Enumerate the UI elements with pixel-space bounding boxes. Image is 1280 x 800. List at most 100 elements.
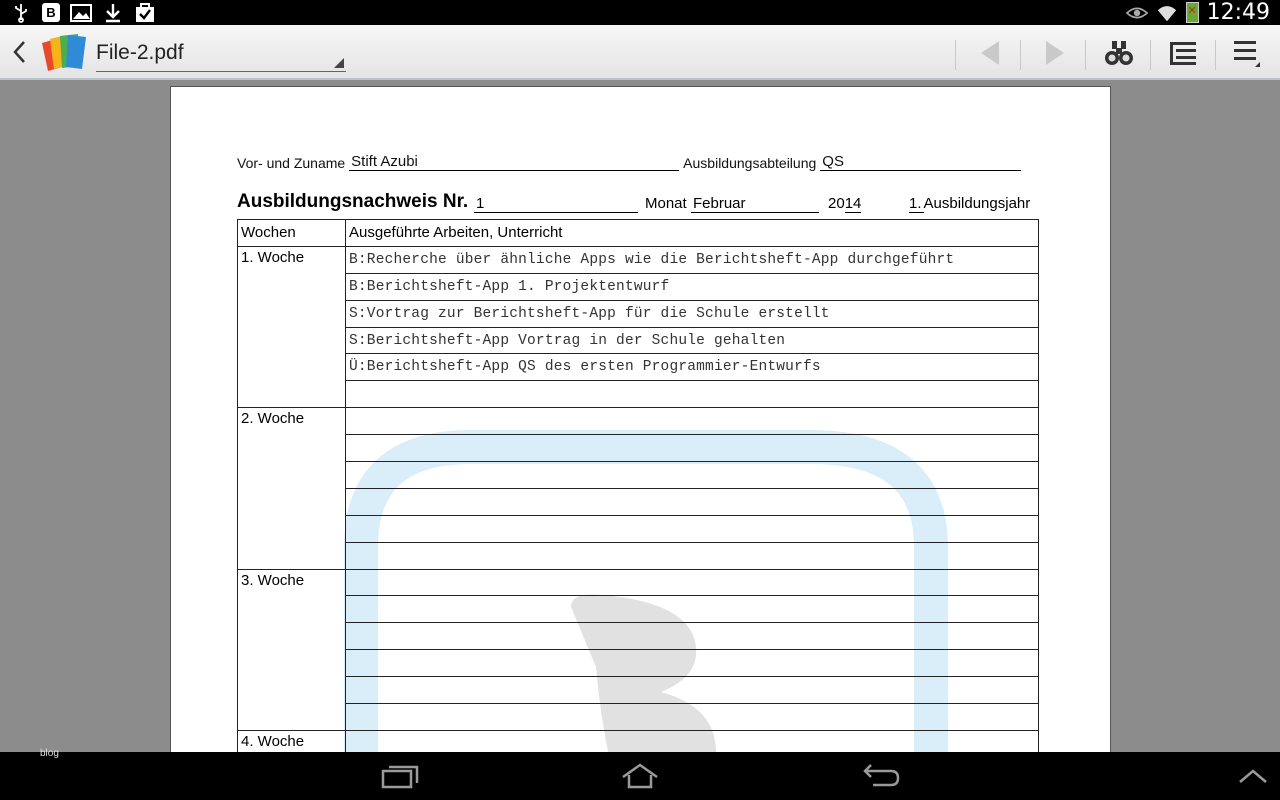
table-row: B:Berichtsheft-App 1. Projektentwurf: [238, 272, 1039, 301]
expand-button[interactable]: [1218, 758, 1280, 794]
activity-cell[interactable]: [345, 703, 1039, 731]
activity-cell[interactable]: [345, 461, 1039, 489]
status-right-icons: 12:49: [1125, 0, 1270, 25]
table-row: [238, 461, 1039, 489]
table-row: 2. Woche: [237, 407, 1039, 570]
toolbar-divider: [1020, 40, 1021, 70]
recent-apps-button[interactable]: [365, 758, 435, 794]
table-row: Ü:Berichtsheft-App QS des ersten Program…: [238, 353, 1039, 382]
corner-label: blog: [40, 748, 59, 759]
activity-cell[interactable]: [345, 380, 1039, 409]
toolbar-divider: [1085, 40, 1086, 70]
table-row: S:Vortrag zur Berichtsheft-App für die S…: [238, 299, 1039, 328]
training-year-number[interactable]: 1.: [909, 195, 924, 213]
table-row: [238, 380, 1039, 409]
year-prefix: 20: [828, 195, 845, 212]
find-button[interactable]: [1094, 35, 1144, 71]
table-row: [238, 676, 1039, 705]
dropdown-indicator-icon: [334, 58, 344, 68]
eye-icon: [1125, 3, 1148, 23]
back-icon: [863, 764, 900, 787]
file-title: File-2.pdf: [96, 41, 184, 64]
usb-icon: [10, 3, 32, 23]
status-bar: B 12:49: [0, 0, 1280, 25]
activity-table: Wochen Ausgeführte Arbeiten, Unterricht …: [237, 219, 1039, 760]
chevron-up-icon: [1239, 769, 1267, 783]
activity-cell[interactable]: [345, 487, 1039, 516]
table-row: [238, 703, 1039, 731]
activity-cell[interactable]: S:Vortrag zur Berichtsheft-App für die S…: [345, 299, 1039, 328]
table-header-row: Wochen Ausgeführte Arbeiten, Unterricht: [237, 219, 1039, 247]
file-title-dropdown[interactable]: File-2.pdf: [96, 37, 346, 72]
outline-list-icon: [1170, 42, 1196, 65]
gallery-icon: [70, 3, 92, 23]
clock: 12:49: [1206, 0, 1270, 25]
outline-button[interactable]: [1158, 35, 1208, 71]
toolbar-divider: [1215, 40, 1216, 70]
training-year-label: Ausbildungsjahr: [923, 195, 1031, 212]
activity-cell[interactable]: B:Berichtsheft-App 1. Projektentwurf: [345, 272, 1039, 301]
activity-cell[interactable]: [345, 649, 1039, 678]
nachweis-row: Ausbildungsnachweis Nr. 1 Monat Februar …: [237, 191, 1037, 215]
activity-cell[interactable]: [345, 541, 1039, 570]
activity-cell[interactable]: [345, 595, 1039, 624]
activity-cell[interactable]: [345, 568, 1039, 597]
table-row: [238, 514, 1039, 543]
document-heading: Ausbildungsnachweis Nr.: [237, 191, 469, 212]
dept-label: Ausbildungsabteilung: [683, 155, 817, 171]
binoculars-icon: [1105, 41, 1133, 65]
month-label: Monat: [645, 195, 687, 212]
navigation-bar: blog: [0, 748, 1280, 800]
column-header-activities: Ausgeführte Arbeiten, Unterricht: [345, 219, 1039, 247]
prev-triangle-icon: [981, 41, 999, 65]
task-icon: [134, 2, 156, 23]
year-field[interactable]: 2014: [828, 195, 862, 213]
pdf-page[interactable]: Vor- und Zuname Stift Azubi Ausbildungsa…: [170, 86, 1111, 788]
training-year: 1. Ausbildungsjahr: [909, 195, 1030, 213]
app-logo-icon[interactable]: [40, 33, 88, 71]
month-field[interactable]: Februar: [691, 195, 819, 213]
toolbar-divider: [955, 40, 956, 70]
name-field[interactable]: Stift Azubi: [349, 153, 680, 171]
name-label: Vor- und Zuname: [237, 155, 346, 171]
prev-page-button[interactable]: [965, 35, 1015, 71]
recent-apps-icon: [381, 765, 419, 789]
activity-cell[interactable]: [345, 434, 1039, 463]
column-header-weeks: Wochen: [237, 219, 346, 247]
next-page-button[interactable]: [1030, 35, 1080, 71]
table-row: [238, 434, 1039, 463]
table-row: [238, 622, 1039, 651]
status-left-icons: B: [10, 2, 156, 23]
name-row: Vor- und Zuname Stift Azubi Ausbildungsa…: [237, 153, 1022, 171]
overflow-menu-icon: [1234, 41, 1260, 67]
b-app-icon: B: [42, 3, 60, 22]
home-button[interactable]: [605, 758, 675, 794]
week-label: 1. Woche: [237, 245, 346, 409]
activity-cell[interactable]: B:Recherche über ähnliche Apps wie die B…: [345, 245, 1039, 274]
table-row: [238, 541, 1039, 570]
week-label: 3. Woche: [237, 568, 346, 731]
table-row: 1. Woche B:Recherche über ähnliche Apps …: [237, 245, 1039, 409]
back-button[interactable]: [846, 758, 916, 794]
activity-cell[interactable]: [345, 407, 1039, 436]
next-triangle-icon: [1046, 41, 1064, 65]
battery-icon: [1185, 2, 1199, 23]
download-icon: [102, 3, 124, 23]
menu-button[interactable]: [1222, 35, 1272, 71]
table-row: [238, 595, 1039, 624]
table-row: 3. Woche: [237, 568, 1039, 731]
table-row: [238, 487, 1039, 516]
activity-cell[interactable]: [345, 622, 1039, 651]
activity-cell[interactable]: [345, 676, 1039, 705]
activity-cell[interactable]: S:Berichtsheft-App Vortrag in der Schule…: [345, 326, 1039, 355]
week-label: 2. Woche: [237, 407, 346, 570]
action-bar: File-2.pdf: [0, 25, 1280, 80]
toolbar-divider: [1150, 40, 1151, 70]
home-icon: [622, 763, 658, 789]
table-row: [238, 649, 1039, 678]
back-arrow-icon[interactable]: [12, 40, 30, 64]
dept-field[interactable]: QS: [820, 153, 1022, 171]
activity-cell[interactable]: Ü:Berichtsheft-App QS des ersten Program…: [345, 353, 1039, 382]
number-field[interactable]: 1: [474, 195, 638, 213]
activity-cell[interactable]: [345, 514, 1039, 543]
